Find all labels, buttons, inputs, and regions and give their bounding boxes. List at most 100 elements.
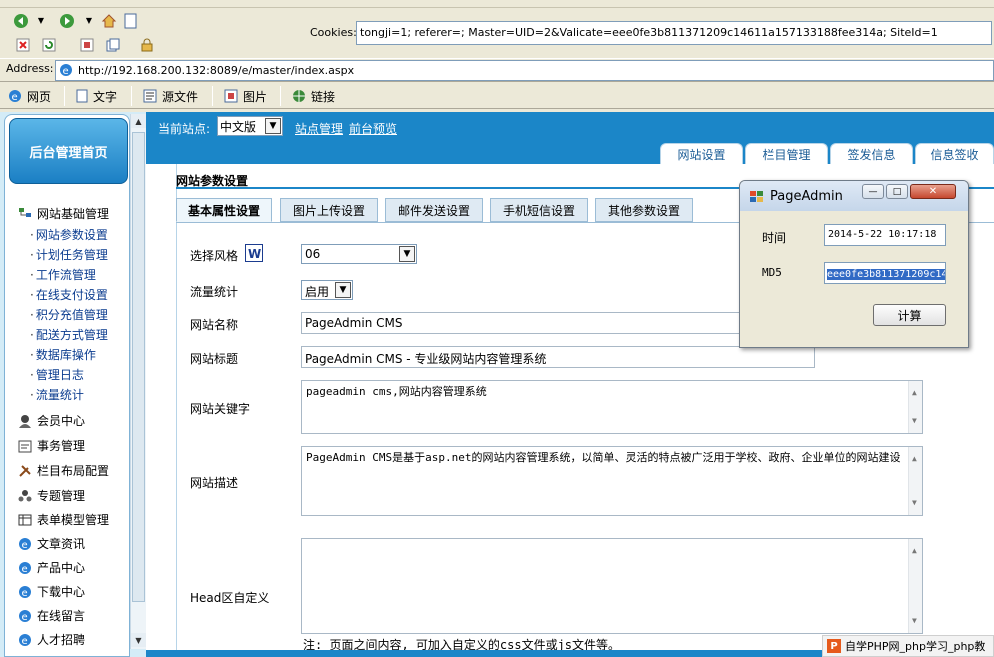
preview-link[interactable]: 前台预览 bbox=[349, 120, 397, 137]
sidebar-item-topics[interactable]: 专题管理 bbox=[18, 487, 85, 504]
cookies-field[interactable]: tongji=1; referer=; Master=UID=2&Valicat… bbox=[356, 21, 992, 45]
stats-label: 流量统计 bbox=[190, 285, 239, 299]
tab-receive-info[interactable]: 信息签收 bbox=[915, 143, 994, 164]
subtab-image-upload[interactable]: 图片上传设置 bbox=[280, 198, 378, 222]
tab-column-manage[interactable]: 栏目管理 bbox=[745, 143, 828, 164]
forward-dropdown-icon[interactable]: ▼ bbox=[80, 12, 98, 30]
site-title-label: 网站标题 bbox=[190, 352, 239, 366]
chevron-down-icon: ▼ bbox=[399, 246, 415, 262]
toolbar-divider bbox=[131, 86, 132, 106]
sidebar-item-site-basics[interactable]: 网站基础管理 bbox=[18, 205, 109, 222]
home-icon[interactable] bbox=[100, 12, 118, 30]
style-select[interactable]: 06 ▼ bbox=[301, 244, 417, 264]
forward-icon[interactable] bbox=[58, 12, 76, 30]
back-icon[interactable] bbox=[12, 12, 30, 30]
close-icon[interactable]: ✕ bbox=[910, 184, 956, 199]
view-images-button[interactable]: 图片 bbox=[224, 87, 267, 105]
subtab-other[interactable]: 其他参数设置 bbox=[595, 198, 693, 222]
sidebar-item-messages[interactable]: e 在线留言 bbox=[18, 607, 85, 624]
copy-icon[interactable] bbox=[104, 36, 122, 54]
stop-icon[interactable] bbox=[14, 36, 32, 54]
sidebar-item-affairs[interactable]: 事务管理 bbox=[18, 437, 85, 454]
site-name-input[interactable]: PageAdmin CMS bbox=[301, 312, 741, 334]
keywords-textarea[interactable]: pageadmin cms,网站内容管理系统 ▲ ▼ bbox=[301, 380, 923, 434]
sidebar-item-downloads[interactable]: e 下载中心 bbox=[18, 583, 85, 600]
md5-input[interactable]: eee0fe3b811371209c14 bbox=[824, 262, 946, 284]
subtab-basic[interactable]: 基本属性设置 bbox=[176, 198, 272, 222]
sidebar-item-label: 会员中心 bbox=[37, 414, 86, 428]
view-source-button[interactable]: 源文件 bbox=[143, 87, 198, 105]
sidebar-item-label: 专题管理 bbox=[37, 489, 86, 503]
tab-site-settings[interactable]: 网站设置 bbox=[660, 143, 743, 164]
php-logo-icon: P bbox=[827, 639, 841, 653]
sidebar-item-forms[interactable]: 表单模型管理 bbox=[18, 511, 109, 528]
sidebar-item-jobs[interactable]: e 人才招聘 bbox=[18, 631, 85, 648]
address-field[interactable]: http://192.168.200.132:8089/e/master/ind… bbox=[55, 60, 994, 81]
sidebar-subitem-shipping[interactable]: 配送方式管理 bbox=[30, 326, 108, 343]
svg-text:e: e bbox=[22, 636, 28, 647]
globe-icon bbox=[293, 90, 305, 102]
lock-icon[interactable] bbox=[138, 36, 156, 54]
sidebar-item-products[interactable]: e 产品中心 bbox=[18, 559, 85, 576]
site-select[interactable]: 中文版 ▼ bbox=[217, 116, 283, 136]
svg-text:e: e bbox=[22, 588, 28, 599]
sidebar-subitem-points[interactable]: 积分充值管理 bbox=[30, 306, 108, 323]
site-manage-link[interactable]: 站点管理 bbox=[295, 120, 343, 137]
view-links-label: 链接 bbox=[311, 89, 336, 104]
style-preview-icon[interactable]: W bbox=[245, 244, 263, 262]
sidebar-subitem-scheduled[interactable]: 计划任务管理 bbox=[30, 246, 108, 263]
time-label: 时间 bbox=[762, 231, 787, 245]
tab-issue-info[interactable]: 签发信息 bbox=[830, 143, 913, 164]
svg-text:e: e bbox=[22, 612, 28, 623]
head-custom-textarea[interactable]: ▲ ▼ bbox=[301, 538, 923, 634]
minimize-icon[interactable]: — bbox=[862, 184, 884, 199]
svg-text:e: e bbox=[63, 66, 69, 77]
subtab-sms[interactable]: 手机短信设置 bbox=[490, 198, 588, 222]
maximize-icon[interactable]: □ bbox=[886, 184, 908, 199]
textarea-scrollbar[interactable]: ▲ ▼ bbox=[908, 381, 922, 433]
keywords-value: pageadmin cms,网站内容管理系统 bbox=[306, 385, 487, 398]
topic-icon bbox=[18, 489, 32, 501]
favorites-icon[interactable] bbox=[78, 36, 96, 54]
textarea-scrollbar[interactable]: ▲ ▼ bbox=[908, 539, 922, 633]
description-label: 网站描述 bbox=[190, 476, 239, 490]
sidebar-subitem-params[interactable]: 网站参数设置 bbox=[30, 226, 108, 243]
style-label: 选择风格 bbox=[190, 249, 239, 263]
scroll-thumb[interactable] bbox=[132, 132, 145, 602]
description-textarea[interactable]: PageAdmin CMS是基于asp.net的网站内容管理系统，以简单、灵活的… bbox=[301, 446, 923, 516]
textarea-scrollbar[interactable]: ▲ ▼ bbox=[908, 447, 922, 515]
sidebar-item-members[interactable]: 会员中心 bbox=[18, 412, 85, 429]
sidebar-subitem-database[interactable]: 数据库操作 bbox=[30, 346, 96, 363]
sidebar-item-label: 栏目布局配置 bbox=[37, 464, 110, 478]
ie-icon: e bbox=[19, 609, 31, 623]
scroll-up-icon[interactable]: ▲ bbox=[131, 114, 146, 128]
back-dropdown-icon[interactable]: ▼ bbox=[32, 12, 50, 30]
sidebar-subitem-workflow[interactable]: 工作流管理 bbox=[30, 266, 96, 283]
sidebar-item-layout[interactable]: 栏目布局配置 bbox=[18, 462, 109, 479]
sidebar-subitem-logs[interactable]: 管理日志 bbox=[30, 366, 84, 383]
watermark-text: 自学PHP网_php学习_php教 bbox=[845, 640, 986, 653]
sidebar-subitem-traffic[interactable]: 流量统计 bbox=[30, 386, 84, 403]
view-webpage-label: 网页 bbox=[27, 89, 52, 104]
view-webpage-button[interactable]: e 网页 bbox=[8, 87, 51, 105]
task-icon bbox=[18, 440, 32, 452]
stats-select[interactable]: 启用 ▼ bbox=[301, 280, 353, 300]
sidebar-item-articles[interactable]: e 文章资讯 bbox=[18, 535, 85, 552]
refresh-icon[interactable] bbox=[40, 36, 58, 54]
site-title-input[interactable]: PageAdmin CMS - 专业级网站内容管理系统 bbox=[301, 346, 815, 368]
admin-home-button[interactable]: 后台管理首页 bbox=[9, 118, 128, 184]
layout-icon bbox=[19, 464, 31, 477]
subtab-email[interactable]: 邮件发送设置 bbox=[385, 198, 483, 222]
current-site-label: 当前站点: bbox=[158, 122, 211, 136]
sidebar-subitem-payment[interactable]: 在线支付设置 bbox=[30, 286, 108, 303]
sidebar-scrollbar[interactable]: ▲ ▼ bbox=[130, 114, 146, 649]
menu-bar bbox=[0, 0, 994, 8]
view-text-button[interactable]: 文字 bbox=[76, 87, 117, 105]
view-links-button[interactable]: 链接 bbox=[292, 87, 335, 105]
toolbar-divider bbox=[280, 86, 281, 106]
calculate-button[interactable]: 计算 bbox=[873, 304, 946, 326]
page-icon[interactable] bbox=[122, 12, 140, 30]
sidebar-item-label: 表单模型管理 bbox=[37, 513, 110, 527]
time-input[interactable]: 2014-5-22 10:17:18 bbox=[824, 224, 946, 246]
scroll-down-icon[interactable]: ▼ bbox=[131, 633, 146, 647]
